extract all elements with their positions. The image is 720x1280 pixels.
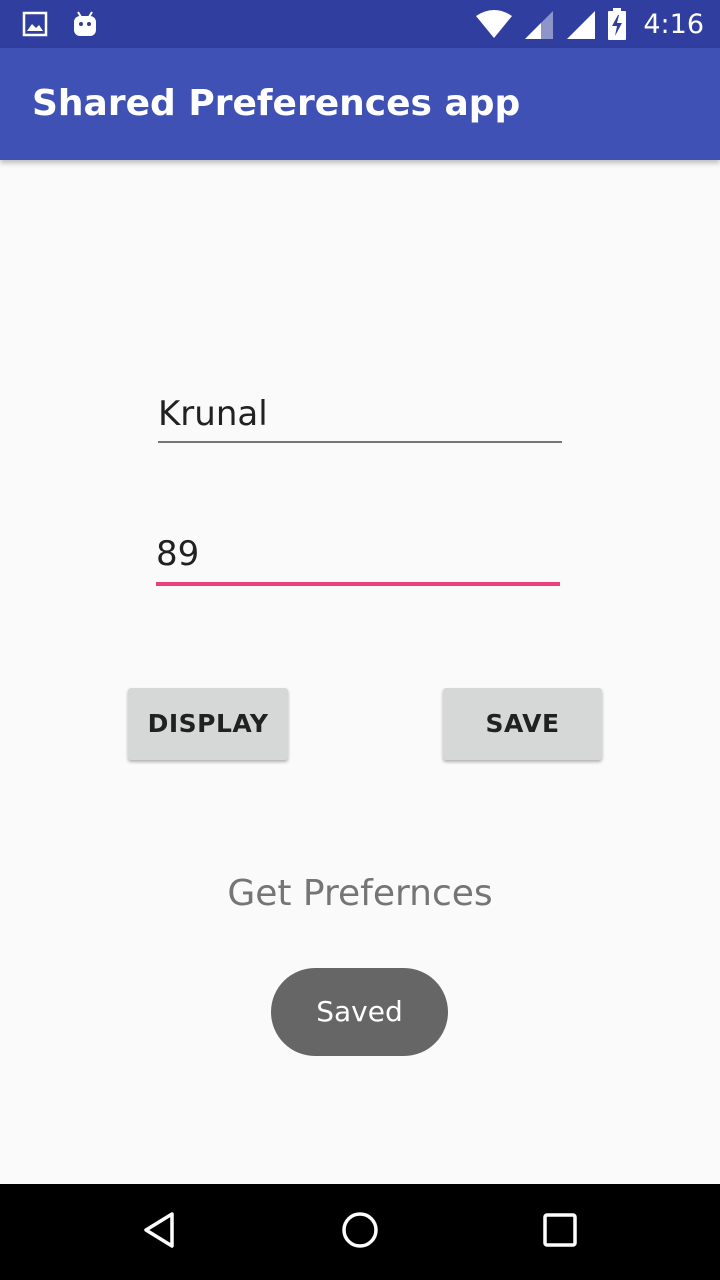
app-bar: Shared Preferences app (0, 48, 720, 160)
system-icons: 4:16 (475, 0, 704, 48)
wifi-icon (475, 10, 513, 38)
save-button[interactable]: SAVE (443, 688, 602, 760)
back-button[interactable] (112, 1184, 208, 1280)
recent-apps-button[interactable] (512, 1184, 608, 1280)
signal-icon (565, 9, 597, 39)
signal-icon (523, 9, 555, 39)
name-field[interactable] (158, 390, 562, 443)
back-icon (140, 1210, 180, 1255)
notification-icons (22, 10, 98, 38)
home-button[interactable] (312, 1184, 408, 1280)
home-icon (340, 1210, 380, 1255)
name-input[interactable] (158, 390, 562, 438)
preferences-output-text: Get Prefernces (227, 873, 493, 914)
recent-apps-icon (540, 1210, 580, 1255)
status-bar: 4:16 (0, 0, 720, 48)
display-button[interactable]: DISPLAY (128, 688, 288, 760)
toast-message: Saved (271, 968, 448, 1056)
app-title: Shared Preferences app (32, 83, 521, 124)
age-input[interactable] (156, 530, 560, 578)
age-field[interactable] (156, 530, 560, 586)
name-field-underline (158, 441, 562, 443)
android-icon (72, 10, 98, 38)
battery-charging-icon (607, 8, 627, 40)
status-time: 4:16 (643, 8, 704, 40)
gallery-icon (22, 11, 48, 37)
navigation-bar (0, 1184, 720, 1280)
age-field-underline (156, 582, 560, 586)
